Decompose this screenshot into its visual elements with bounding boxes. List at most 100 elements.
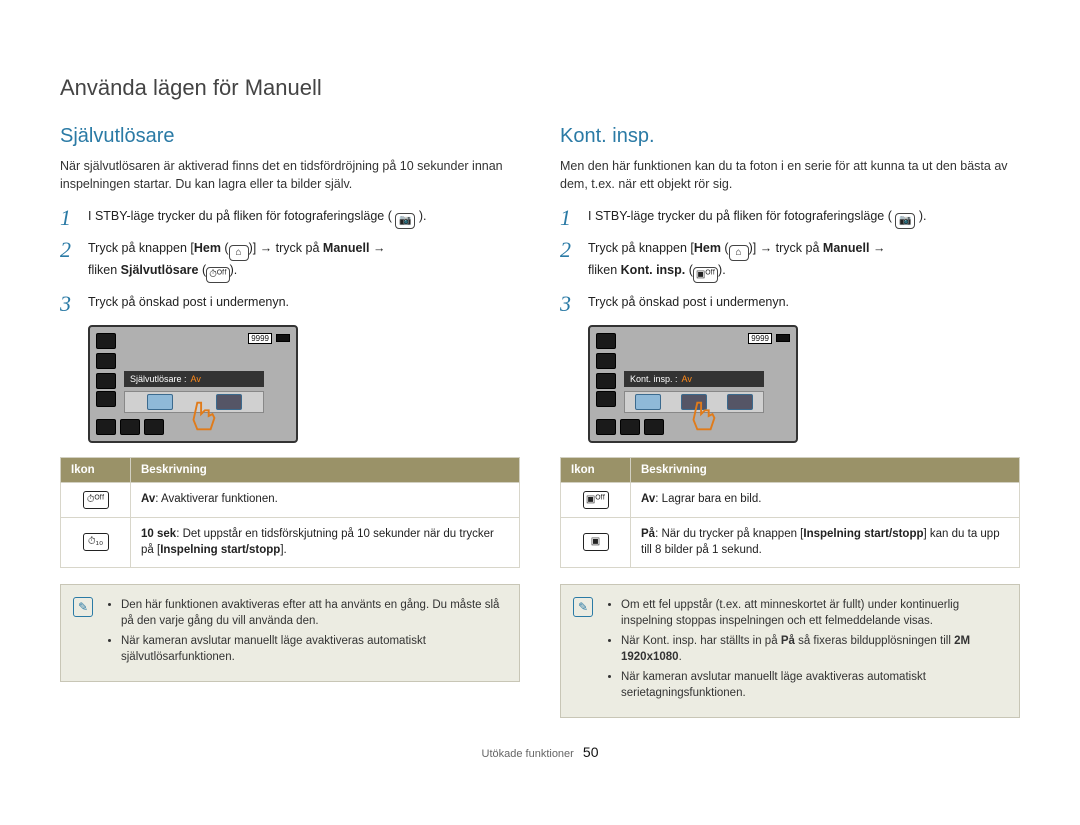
cell-icon: ▣ᴼᶠᶠ: [561, 482, 631, 517]
manuell-bold: Manuell: [823, 241, 870, 255]
right-step-2: 2 Tryck på knappen [Hem (⌂)] → tryck på …: [560, 239, 1020, 283]
right-intro: Men den här funktionen kan du ta foton i…: [560, 158, 1020, 193]
shot-btn: [120, 419, 140, 435]
table-row: ⏱₁₀ 10 sek: Det uppstår en tidsförskjutn…: [61, 517, 520, 567]
shot-strip: Kont. insp. : Av: [624, 371, 764, 387]
text: )]: [249, 241, 260, 255]
battery-icon: [776, 334, 790, 342]
step-number: 1: [60, 207, 78, 229]
right-screenshot: 9999 Kont. insp. : Av: [588, 325, 798, 443]
timer-10-icon: ⏱₁₀: [83, 533, 109, 551]
th-ikon: Ikon: [561, 457, 631, 482]
right-table: Ikon Beskrivning ▣ᴼᶠᶠ Av: Lagrar bara en…: [560, 457, 1020, 568]
page-number: 50: [583, 744, 599, 760]
cell-desc: Av: Lagrar bara en bild.: [631, 482, 1020, 517]
shot-btn: [644, 419, 664, 435]
text: : Lagrar bara en bild.: [655, 493, 761, 505]
pointer-hand-icon: [184, 397, 222, 435]
step-body: Tryck på önskad post i undermenyn.: [88, 293, 520, 312]
step-number: 2: [560, 239, 578, 261]
step-body: I STBY-läge trycker du på fliken för fot…: [88, 207, 520, 229]
option-chip: [147, 394, 173, 410]
text: )]: [749, 241, 760, 255]
bold: 10 sek: [141, 528, 176, 540]
step-body: Tryck på knappen [Hem (⌂)] → tryck på Ma…: [588, 239, 1020, 283]
hem-bold: Hem: [694, 241, 721, 255]
timer-off-icon: ⏱ᴼᶠᶠ: [206, 267, 230, 283]
left-note: ✎ Den här funktionen avaktiveras efter a…: [60, 584, 520, 682]
text: tryck på: [772, 241, 823, 255]
tab-bold: Kont. insp.: [621, 263, 686, 277]
bold: På: [781, 635, 795, 647]
battery-icon: [276, 334, 290, 342]
pointer-hand-icon: [684, 397, 722, 435]
right-section-title: Kont. insp.: [560, 125, 1020, 148]
text: ).: [919, 209, 927, 223]
note-item: När Kont. insp. har ställts in på På så …: [621, 633, 1005, 665]
shot-btn: [596, 333, 616, 349]
text: : När du trycker på knappen [: [655, 528, 803, 540]
burst-off-icon: ▣ᴼᶠᶠ: [583, 491, 609, 509]
shot-count: 9999: [248, 333, 272, 344]
step-body: Tryck på knappen [Hem (⌂)] → tryck på Ma…: [88, 239, 520, 283]
text: När Kont. insp. har ställts in på: [621, 635, 781, 647]
left-screenshot: 9999 Självutlösare : Av: [88, 325, 298, 443]
text: .: [679, 651, 682, 663]
page-footer: Utökade funktioner 50: [60, 744, 1020, 760]
footer-section: Utökade funktioner: [482, 748, 574, 760]
shot-btn: [96, 419, 116, 435]
arrow-right-icon: →: [373, 241, 386, 255]
shot-btn: [596, 373, 616, 389]
note-icon: ✎: [573, 597, 593, 617]
text: Tryck på knappen [: [588, 241, 694, 255]
right-note: ✎ Om ett fel uppstår (t.ex. att minnesko…: [560, 584, 1020, 719]
note-item: Den här funktionen avaktiveras efter att…: [121, 597, 505, 629]
shot-btn: [96, 353, 116, 369]
step-body: I STBY-läge trycker du på fliken för fot…: [588, 207, 1020, 229]
note-list: Om ett fel uppstår (t.ex. att minneskort…: [605, 597, 1005, 706]
camera-icon: 📷: [895, 213, 915, 229]
step-body: Tryck på önskad post i undermenyn.: [588, 293, 1020, 312]
bold: Inspelning start/stopp: [160, 544, 280, 556]
left-table: Ikon Beskrivning ⏱ᴼᶠᶠ Av: Avaktiverar fu…: [60, 457, 520, 568]
note-list: Den här funktionen avaktiveras efter att…: [105, 597, 505, 669]
cell-desc: 10 sek: Det uppstår en tidsförskjutning …: [131, 517, 520, 567]
right-column: Kont. insp. Men den här funktionen kan d…: [560, 125, 1020, 718]
table-row: ⏱ᴼᶠᶠ Av: Avaktiverar funktionen.: [61, 482, 520, 517]
burst-off-icon: ▣ᴼᶠᶠ: [693, 267, 718, 283]
table-row: ▣ᴼᶠᶠ Av: Lagrar bara en bild.: [561, 482, 1020, 517]
home-icon: ⌂: [229, 245, 249, 261]
text: ).: [419, 209, 427, 223]
left-step-1: 1 I STBY-läge trycker du på fliken för f…: [60, 207, 520, 229]
left-intro: När självutlösaren är aktiverad finns de…: [60, 158, 520, 193]
shot-btn: [596, 419, 616, 435]
shot-label: Kont. insp. :: [630, 374, 678, 384]
hem-bold: Hem: [194, 241, 221, 255]
th-beskrivning: Beskrivning: [631, 457, 1020, 482]
th-beskrivning: Beskrivning: [131, 457, 520, 482]
cell-desc: Av: Avaktiverar funktionen.: [131, 482, 520, 517]
note-item: Om ett fel uppstår (t.ex. att minneskort…: [621, 597, 1005, 629]
timer-off-icon: ⏱ᴼᶠᶠ: [83, 491, 109, 509]
camera-icon: 📷: [395, 213, 415, 229]
manuell-bold: Manuell: [323, 241, 370, 255]
shot-btn: [620, 419, 640, 435]
burst-on-icon: ▣: [583, 533, 609, 551]
text: Tryck på knappen [: [88, 241, 194, 255]
th-ikon: Ikon: [61, 457, 131, 482]
shot-btn: [596, 391, 616, 407]
text: (: [198, 263, 206, 277]
left-step-3: 3 Tryck på önskad post i undermenyn.: [60, 293, 520, 315]
option-chip: [635, 394, 661, 410]
text: (: [685, 263, 693, 277]
bold: På: [641, 528, 655, 540]
shot-btn: [96, 373, 116, 389]
arrow-right-icon: →: [260, 241, 273, 255]
text: I STBY-läge trycker du på fliken för fot…: [588, 209, 892, 223]
shot-value: Av: [682, 374, 692, 384]
right-step-1: 1 I STBY-läge trycker du på fliken för f…: [560, 207, 1020, 229]
cell-desc: På: När du trycker på knappen [Inspelnin…: [631, 517, 1020, 567]
text: ].: [280, 544, 286, 556]
shot-count: 9999: [748, 333, 772, 344]
step-number: 3: [60, 293, 78, 315]
